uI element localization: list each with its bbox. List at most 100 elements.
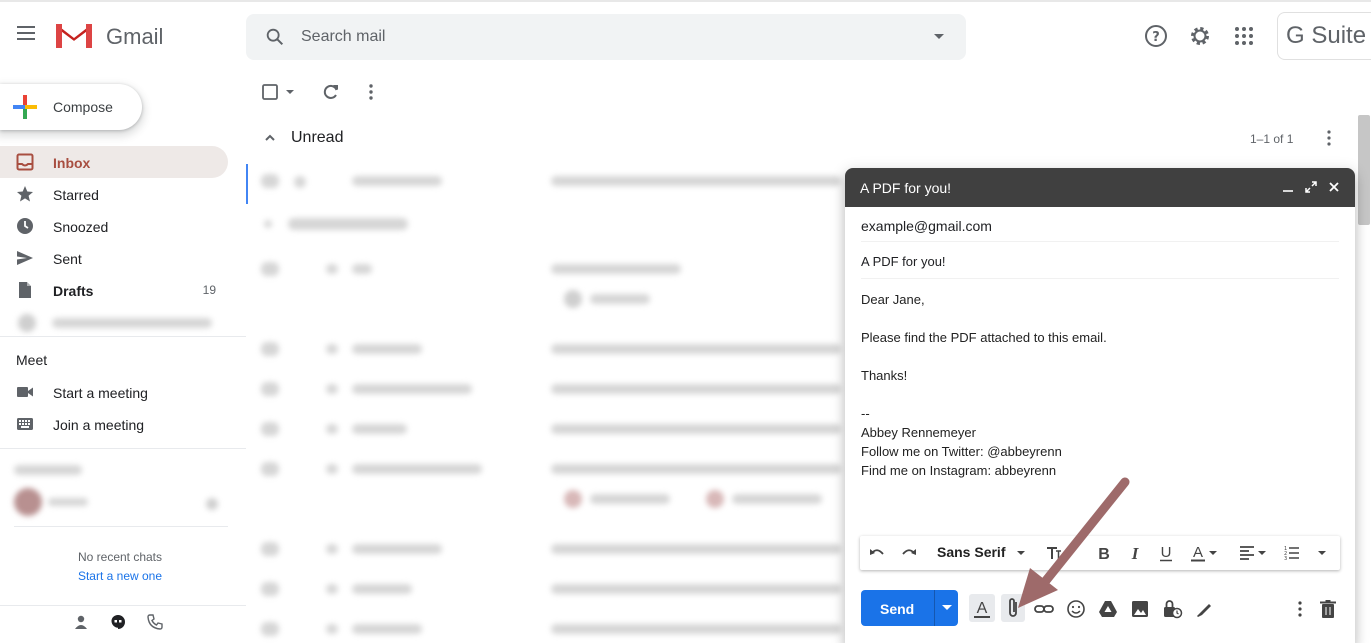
- table-row[interactable]: [261, 622, 279, 636]
- text-color-dropdown-icon[interactable]: [1208, 544, 1218, 562]
- redo-icon[interactable]: [900, 544, 918, 562]
- text-color-icon[interactable]: A: [1189, 544, 1207, 562]
- blurred-label: [52, 318, 212, 328]
- align-dropdown-icon[interactable]: [1257, 544, 1267, 562]
- send-icon: [17, 251, 33, 265]
- recipient-field[interactable]: example@gmail.com: [861, 218, 992, 234]
- message-body[interactable]: Dear Jane, Please find the PDF attached …: [861, 290, 1331, 480]
- hangouts-chat-icon[interactable]: [110, 614, 126, 630]
- gmail-logo-icon[interactable]: [54, 20, 94, 50]
- keyboard-icon: [17, 418, 33, 430]
- sidebar-item-label: Drafts: [53, 283, 94, 299]
- confidential-mode-icon[interactable]: [1161, 598, 1183, 620]
- search-icon[interactable]: [264, 26, 286, 48]
- clock-icon: [17, 218, 33, 234]
- undo-icon[interactable]: [868, 544, 886, 562]
- table-row[interactable]: [261, 462, 279, 476]
- table-row[interactable]: [261, 342, 279, 356]
- emoji-icon[interactable]: [1065, 598, 1087, 620]
- unread-section-header[interactable]: Unread 1–1 of 1: [246, 120, 1356, 156]
- main-menu-button[interactable]: [12, 22, 40, 50]
- table-row[interactable]: [261, 382, 279, 396]
- italic-icon[interactable]: I: [1126, 544, 1144, 562]
- insert-link-icon[interactable]: [1033, 598, 1055, 620]
- section-more-icon[interactable]: [1319, 128, 1339, 148]
- formatting-options-icon[interactable]: A: [969, 594, 995, 622]
- table-row[interactable]: [261, 582, 279, 596]
- sidebar-item-snoozed[interactable]: Snoozed: [0, 210, 228, 242]
- meet-divider: [0, 336, 246, 337]
- search-options-dropdown-icon[interactable]: [934, 34, 944, 39]
- compose-header[interactable]: A PDF for you!: [845, 168, 1355, 207]
- start-new-chat-link[interactable]: Start a new one: [0, 569, 240, 583]
- person-icon[interactable]: [73, 614, 89, 630]
- google-drive-icon[interactable]: [1097, 598, 1119, 620]
- meet-section-title: Meet: [16, 352, 48, 368]
- page-scrollbar[interactable]: [1358, 115, 1370, 225]
- body-greeting: Dear Jane,: [861, 292, 925, 307]
- start-meeting-item[interactable]: Start a meeting: [0, 376, 228, 408]
- sidebar-item-label: Snoozed: [53, 219, 109, 235]
- search-input[interactable]: [301, 24, 901, 50]
- insert-photo-icon[interactable]: [1129, 598, 1151, 620]
- join-meeting-item[interactable]: Join a meeting: [0, 408, 228, 440]
- phone-icon[interactable]: [147, 614, 163, 630]
- subject-divider: [861, 278, 1339, 279]
- table-row[interactable]: [261, 542, 279, 556]
- svg-text:A: A: [977, 600, 988, 617]
- sidebar-item-drafts[interactable]: Drafts 19: [0, 274, 228, 306]
- settings-gear-icon[interactable]: [1188, 24, 1212, 48]
- refresh-icon[interactable]: [321, 82, 341, 102]
- apps-grid-icon[interactable]: [1232, 24, 1256, 48]
- sidebar-item-label: Starred: [53, 187, 99, 203]
- compose-button[interactable]: Compose: [0, 84, 142, 130]
- sidebar-item-label: Inbox: [53, 155, 91, 171]
- font-dropdown-icon[interactable]: [1016, 544, 1026, 562]
- compose-title: A PDF for you!: [860, 180, 952, 196]
- table-row[interactable]: [261, 262, 279, 276]
- select-all-checkbox[interactable]: [260, 82, 280, 102]
- sidebar-item-starred[interactable]: Starred: [0, 178, 228, 210]
- select-dropdown-icon[interactable]: [284, 82, 296, 102]
- signature-name: Abbey Rennemeyer: [861, 425, 976, 440]
- blurred-status: [206, 498, 218, 510]
- gsuite-brand[interactable]: G Suite: [1277, 12, 1371, 60]
- more-formatting-dropdown-icon[interactable]: [1317, 544, 1327, 562]
- minimize-icon[interactable]: [1281, 180, 1295, 194]
- sidebar-item-inbox[interactable]: Inbox: [0, 146, 228, 178]
- send-button[interactable]: Send: [861, 590, 958, 626]
- video-camera-icon: [17, 387, 33, 397]
- sidebar-item-sent[interactable]: Sent: [0, 242, 228, 274]
- table-row[interactable]: [261, 422, 279, 436]
- help-icon[interactable]: ?: [1144, 24, 1168, 48]
- blurred-label-icon: [18, 314, 36, 332]
- font-size-icon[interactable]: [1044, 544, 1062, 562]
- subject-field[interactable]: A PDF for you!: [861, 254, 946, 269]
- discard-draft-trash-icon[interactable]: [1317, 598, 1339, 620]
- plus-icon: [13, 95, 37, 119]
- gmail-logo-text: Gmail: [106, 24, 164, 49]
- close-icon[interactable]: [1327, 180, 1341, 194]
- chevron-up-icon[interactable]: [264, 132, 276, 144]
- underline-icon[interactable]: U: [1157, 544, 1175, 562]
- font-family-select[interactable]: Sans Serif: [937, 544, 1005, 560]
- send-options-dropdown-icon[interactable]: [942, 605, 952, 610]
- drafts-count-badge: 19: [202, 283, 216, 297]
- search-bar[interactable]: [246, 14, 966, 60]
- body-thanks: Thanks!: [861, 368, 908, 383]
- compose-window: A PDF for you! example@gmail.com A PDF f…: [845, 168, 1355, 643]
- more-vert-icon[interactable]: [361, 82, 381, 102]
- table-row[interactable]: [261, 174, 279, 188]
- more-options-icon[interactable]: [1289, 598, 1311, 620]
- attach-file-icon[interactable]: [1001, 594, 1025, 622]
- font-size-dropdown-icon[interactable]: [1064, 544, 1074, 562]
- hangouts-divider: [0, 448, 246, 449]
- numbered-list-icon[interactable]: 1 2 3: [1282, 544, 1300, 562]
- align-icon[interactable]: [1238, 544, 1256, 562]
- expand-icon[interactable]: [1304, 180, 1318, 194]
- blurred-hangouts-title: [14, 465, 82, 475]
- start-meeting-label: Start a meeting: [53, 385, 148, 401]
- bold-icon[interactable]: B: [1095, 544, 1113, 562]
- insert-signature-icon[interactable]: [1193, 598, 1215, 620]
- recipient-divider: [861, 241, 1339, 242]
